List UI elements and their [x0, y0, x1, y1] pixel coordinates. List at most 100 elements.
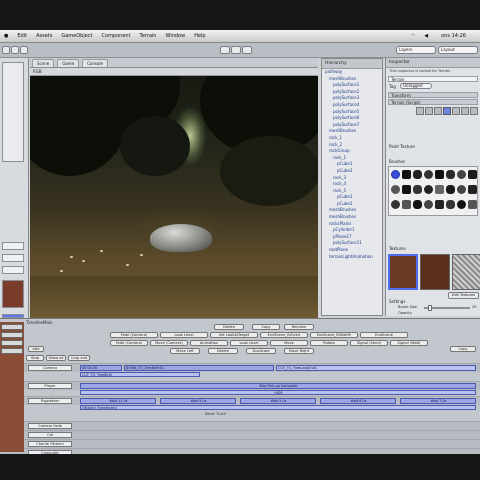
delete-button[interactable]: Delete [214, 324, 244, 330]
tool-button[interactable] [1, 340, 23, 346]
hierarchy-item[interactable]: rock_4 [322, 181, 382, 188]
brush-swatch[interactable] [391, 200, 400, 209]
menu-help[interactable]: Help [194, 33, 205, 39]
brush-swatch[interactable] [468, 200, 477, 209]
hierarchy-item[interactable]: polySurface11 [322, 240, 382, 247]
project-list[interactable] [2, 62, 24, 162]
texture-rock[interactable] [452, 254, 480, 290]
hierarchy-item[interactable]: rock_5 [322, 188, 382, 195]
menu-window[interactable]: Window [165, 33, 185, 39]
hierarchy-item[interactable]: rock_1 [322, 135, 382, 142]
timeline-action-button[interactable]: Move [270, 340, 308, 346]
menu-gameobject[interactable]: GameObject [61, 33, 92, 39]
scene-viewport[interactable] [30, 76, 318, 318]
timeline-action-button[interactable]: Look Level [230, 340, 268, 346]
brush-size-slider[interactable] [424, 305, 470, 311]
brush-swatch[interactable] [424, 185, 433, 194]
timeline-clip[interactable]: 00:00.00 [80, 365, 122, 371]
timeline-action-button[interactable]: Fade (Camera) [110, 332, 158, 338]
brush-swatch[interactable] [391, 185, 400, 194]
brush-swatch[interactable] [435, 185, 444, 194]
timeline-clip[interactable]: CUT_TO_TreeLongEnd1 [276, 365, 476, 371]
stop-button[interactable]: Stop [26, 355, 44, 361]
hierarchy-item[interactable]: pCube1 [322, 161, 382, 168]
timeline-action-button[interactable]: Animation [190, 340, 228, 346]
terrain-settings-icon[interactable] [470, 107, 478, 115]
object-name-field[interactable]: Terrain [388, 76, 478, 82]
timeline-clip[interactable]: Wait 6.0s [320, 398, 396, 404]
hierarchy-item[interactable]: meshBrushes [322, 128, 382, 135]
timeline-action-button[interactable]: Move Left [170, 348, 200, 354]
hierarchy-item[interactable]: pCylinder1 [322, 227, 382, 234]
brush-size-knob[interactable] [428, 305, 432, 311]
brush-swatch[interactable] [446, 185, 455, 194]
menu-terrain[interactable]: Terrain [140, 33, 157, 39]
timeline-action-button[interactable]: Look Level [160, 332, 208, 338]
step-button[interactable] [242, 46, 252, 54]
brush-swatch[interactable] [435, 200, 444, 209]
asset-field[interactable] [2, 254, 24, 262]
hierarchy-item[interactable]: meshBrushes [322, 214, 382, 221]
hierarchy-item[interactable]: polySurface7 [322, 122, 382, 129]
track-label[interactable]: Camera [28, 365, 72, 371]
edit-textures-button[interactable]: Edit Textures [448, 292, 479, 299]
timeline-action-button[interactable]: Rotate [310, 340, 348, 346]
volume-icon[interactable]: ◀ [424, 33, 428, 39]
tool-button[interactable] [1, 324, 23, 330]
menubar-clock[interactable]: ons 14:26 [441, 33, 466, 39]
transform-component-header[interactable]: Transform [388, 92, 478, 98]
brush-swatch[interactable] [446, 170, 455, 179]
timeline-action-button[interactable]: Delete [208, 348, 238, 354]
brush-size-value[interactable]: 25 [472, 305, 477, 309]
timeline-action-button[interactable]: EndScene [360, 332, 408, 338]
layers-dropdown[interactable]: Layers [396, 46, 436, 54]
hierarchy-item[interactable]: meshBrushes [322, 207, 382, 214]
texture-dirt[interactable] [388, 254, 418, 290]
paint-details-icon[interactable] [461, 107, 469, 115]
timeline-clip[interactable]: Wait 5.0s [240, 398, 316, 404]
brush-swatch[interactable] [413, 170, 422, 179]
rotate-tool-button[interactable] [20, 46, 28, 54]
brush-swatch[interactable] [435, 170, 444, 179]
tag-dropdown[interactable]: Untagged [400, 83, 432, 89]
copy-clip-button[interactable]: Copy [450, 346, 476, 352]
timeline-action-button[interactable]: Signal (Send) [350, 340, 388, 346]
track-label[interactable]: Player [28, 383, 72, 389]
hierarchy-item[interactable]: meshBrushes [322, 76, 382, 83]
brush-swatch[interactable] [413, 185, 422, 194]
tab-scene[interactable]: Scene [32, 59, 55, 67]
brush-swatch[interactable] [413, 200, 422, 209]
hierarchy-item[interactable]: polySurface2 [322, 89, 382, 96]
brush-swatch[interactable] [391, 170, 400, 179]
place-trees-icon[interactable] [452, 107, 460, 115]
hierarchy-item[interactable]: polySurface5 [322, 109, 382, 116]
paint-texture-icon[interactable] [443, 107, 451, 115]
brush-swatch[interactable] [468, 170, 477, 179]
brush-swatch[interactable] [457, 185, 466, 194]
apple-icon[interactable]: ● [4, 33, 8, 39]
timeline-action-button[interactable]: Set LookAtTarget [210, 332, 258, 338]
timeline-clip[interactable]: Skip Pick-up Computer [80, 383, 476, 389]
paint-height-icon[interactable] [425, 107, 433, 115]
texture-soil[interactable] [420, 254, 450, 290]
crop-end-button[interactable]: Crop end [68, 355, 90, 361]
timeline-clip[interactable]: BOMN_TO_TreeBirth01 [124, 365, 274, 371]
hierarchy-item[interactable]: polySurface3 [322, 95, 382, 102]
tab-console[interactable]: Console [82, 59, 109, 67]
timeline-clip[interactable]: CUT_TO_TreeBirth [80, 372, 200, 377]
timeline-action-button[interactable]: Move Right [284, 348, 314, 354]
brush-swatch[interactable] [402, 170, 411, 179]
tool-button[interactable] [1, 348, 23, 354]
timeline-action-button[interactable]: Duplicate [246, 348, 276, 354]
track-label[interactable]: Computer [28, 450, 72, 454]
track-label[interactable]: Charlie Ottenm [28, 441, 72, 447]
hierarchy-item[interactable]: pCube1 [322, 194, 382, 201]
render-mode-dropdown[interactable]: RGB [33, 69, 42, 74]
hierarchy-item[interactable]: rocksPlains [322, 221, 382, 228]
hierarchy-item[interactable]: polySurface1 [322, 82, 382, 89]
tab-game[interactable]: Game [57, 59, 80, 67]
pause-button[interactable] [231, 46, 241, 54]
timeline-clip[interactable]: HIDE [80, 390, 476, 395]
timeline-action-button[interactable]: Signal (Wait) [390, 340, 428, 346]
wifi-icon[interactable]: ◠ [411, 33, 415, 39]
